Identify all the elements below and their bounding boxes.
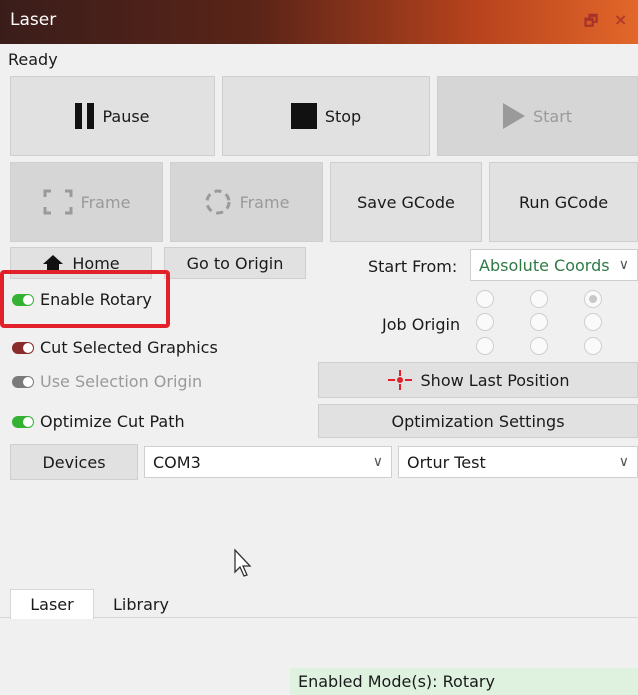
optimize-cut-path-toggle[interactable] [12,416,34,428]
run-gcode-button[interactable]: Run GCode [489,162,638,242]
frame-rect-icon [43,189,73,215]
pause-button[interactable]: Pause [10,76,215,156]
job-origin-radio[interactable] [584,290,602,308]
show-last-position-label: Show Last Position [420,370,570,390]
tab-laser-label: Laser [30,595,74,614]
devices-button[interactable]: Devices [10,444,138,480]
cut-selected-graphics-toggle[interactable] [12,342,34,354]
job-origin-radio[interactable] [476,290,494,308]
mouse-cursor-icon [233,548,253,582]
frame-rect-label: Frame [80,192,131,212]
start-label: Start [532,106,573,126]
start-from-select[interactable]: Absolute Coords ∨ [470,249,638,281]
close-window-icon[interactable]: × [614,10,627,29]
start-button[interactable]: Start [437,76,638,156]
enable-rotary-label: Enable Rotary [40,290,152,309]
use-selection-origin-label: Use Selection Origin [40,372,203,391]
frame-rect-button[interactable]: Frame [10,162,163,242]
stop-label: Stop [324,106,362,126]
show-last-position-button[interactable]: Show Last Position [318,362,638,398]
frame-circle-icon [204,188,232,216]
job-origin-radio[interactable] [476,313,494,331]
job-origin-radio[interactable] [530,337,548,355]
use-selection-origin-toggle[interactable] [12,376,34,388]
window-title: Laser [10,10,57,30]
window-title-bar: Laser 🗗 × [0,0,638,44]
restore-window-icon[interactable]: 🗗 [584,11,598,36]
optimize-cut-path-label: Optimize Cut Path [40,412,185,431]
pause-icon [75,103,95,129]
job-origin-radio[interactable] [584,337,602,355]
optimization-settings-button[interactable]: Optimization Settings [318,404,638,438]
play-icon [502,103,525,129]
frame-circle-button[interactable]: Frame [170,162,323,242]
chevron-down-icon: ∨ [618,454,629,470]
pause-label: Pause [102,106,150,126]
stop-icon [290,103,317,129]
chevron-down-icon: ∨ [372,454,383,470]
devices-label: Devices [42,452,106,472]
enable-rotary-toggle[interactable] [12,294,34,306]
status-text: Ready [8,50,58,69]
chevron-down-icon: ∨ [618,257,629,273]
enabled-modes-text: Enabled Mode(s): Rotary [298,672,495,691]
job-origin-radio[interactable] [530,313,548,331]
port-select-value: COM3 [153,452,201,472]
crosshair-icon [387,369,413,391]
save-gcode-label: Save GCode [357,192,455,212]
enabled-modes-status: Enabled Mode(s): Rotary [290,668,638,695]
tab-laser[interactable]: Laser [10,589,94,619]
device-select[interactable]: Ortur Test ∨ [398,446,638,478]
port-select[interactable]: COM3 ∨ [144,446,392,478]
start-from-label: Start From: [368,257,458,276]
tab-library[interactable]: Library [96,589,186,619]
cut-selected-graphics-label: Cut Selected Graphics [40,338,218,357]
job-origin-radio[interactable] [530,290,548,308]
start-from-value: Absolute Coords [479,255,610,275]
run-gcode-label: Run GCode [518,192,609,212]
frame-circle-label: Frame [239,192,290,212]
job-origin-radio[interactable] [584,313,602,331]
stop-button[interactable]: Stop [222,76,430,156]
device-select-value: Ortur Test [407,452,486,472]
job-origin-label: Job Origin [382,315,461,334]
optimization-settings-label: Optimization Settings [391,411,565,431]
save-gcode-button[interactable]: Save GCode [330,162,482,242]
go-to-origin-button[interactable]: Go to Origin [164,247,306,279]
job-origin-radio[interactable] [476,337,494,355]
go-to-origin-label: Go to Origin [186,253,284,273]
tab-library-label: Library [113,594,169,614]
